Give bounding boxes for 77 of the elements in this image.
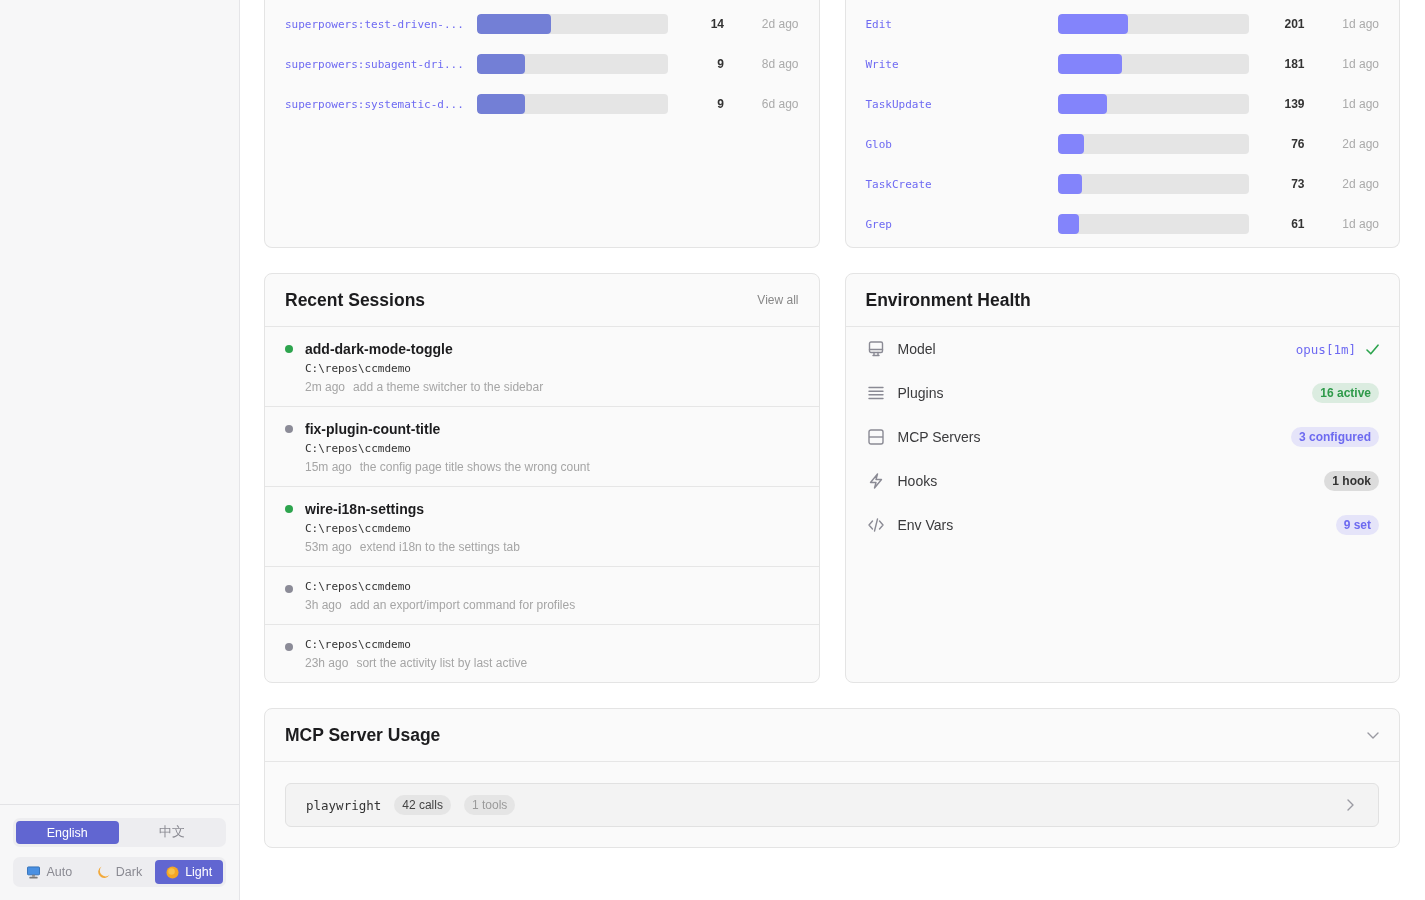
card-title: Recent Sessions [285,289,426,311]
tool-count-badge: 1 tools [463,795,516,815]
view-all-link[interactable]: View all [757,293,799,307]
usage-count: 61 [1291,217,1305,231]
server-icon [867,429,884,445]
usage-count: 201 [1284,17,1305,31]
tool-name: Write [865,57,899,71]
last-used-time: 1d ago [1342,97,1379,111]
list-icon [867,385,884,401]
session-summary: the config page title shows the wrong count [359,459,590,476]
session-path: C:\repos\ccmdemo [305,521,411,537]
usage-count: 139 [1284,97,1305,111]
session-time: 53m ago [305,539,352,556]
skill-name: superpowers:subagent-dri... [285,57,464,71]
tool-name: TaskCreate [865,177,932,191]
health-label: MCP Servers [897,429,981,445]
session-name: wire-i18n-settings [305,500,425,519]
tool-name: Grep [865,217,892,231]
session-name: add-dark-mode-toggle [305,340,453,359]
status-badge: 1 hook [1324,471,1379,491]
status-badge: 9 set [1335,515,1379,535]
health-label: Model [897,341,936,357]
session-path: C:\repos\ccmdemo [305,637,411,653]
last-used-time: 6d ago [761,97,799,111]
last-used-time: 1d ago [1342,57,1379,71]
usage-count: 181 [1284,57,1305,71]
health-label: Plugins [897,385,944,401]
tool-name: Glob [865,137,892,151]
language-option[interactable]: 中文 [120,821,223,844]
last-used-time: 2d ago [1342,177,1379,191]
mcp-server-row[interactable]: playwright 42 calls 1 tools [285,783,1379,827]
status-badge: 16 active [1312,383,1379,403]
session-path: C:\repos\ccmdemo [305,441,411,457]
tool-name: TaskUpdate [865,97,932,111]
usage-count: 76 [1291,137,1305,151]
skill-name: superpowers:test-driven-... [285,17,464,31]
chevron-down-icon[interactable] [1367,731,1379,739]
session-name: fix-plugin-count-title [305,420,441,439]
lightning-icon [867,473,884,489]
moon-icon [96,865,110,879]
usage-count: 9 [717,97,724,111]
language-option[interactable]: English [16,821,119,844]
session-summary: add an export/import command for profiles [349,597,576,614]
session-time: 3h ago [305,597,342,614]
session-summary: add a theme switcher to the sidebar [353,379,544,396]
health-label: Env Vars [897,517,954,533]
code-icon [867,517,884,533]
last-used-time: 1d ago [1342,17,1379,31]
skill-name: superpowers:systematic-d... [285,97,464,111]
session-path: C:\repos\ccmdemo [305,579,411,595]
theme-option[interactable]: Auto [16,860,84,884]
session-summary: sort the activity list by last active [356,655,528,672]
health-label: Hooks [897,473,938,489]
server-name: playwright [306,797,382,813]
theme-option[interactable]: Dark [85,860,154,884]
card-title: MCP Server Usage [285,724,441,746]
last-used-time: 8d ago [761,57,799,71]
call-count-badge: 42 calls [394,795,451,815]
status-badge: 3 configured [1291,427,1379,447]
usage-count: 14 [710,17,724,31]
monitor-icon [27,865,41,879]
model-value: opus[1m] [1295,341,1356,357]
sun-icon [166,865,180,879]
last-used-time: 2d ago [761,17,799,31]
theme-option[interactable]: Light [155,860,223,884]
session-summary: extend i18n to the settings tab [359,539,520,556]
last-used-time: 1d ago [1342,217,1379,231]
card-title: Environment Health [865,289,1031,311]
session-path: C:\repos\ccmdemo [305,361,411,377]
session-time: 23h ago [305,655,349,672]
session-time: 2m ago [305,379,346,396]
usage-count: 73 [1291,177,1305,191]
usage-count: 9 [717,57,724,71]
session-time: 15m ago [305,459,352,476]
monitor-icon [867,341,884,357]
last-used-time: 2d ago [1342,137,1379,151]
tool-name: Edit [865,17,892,31]
